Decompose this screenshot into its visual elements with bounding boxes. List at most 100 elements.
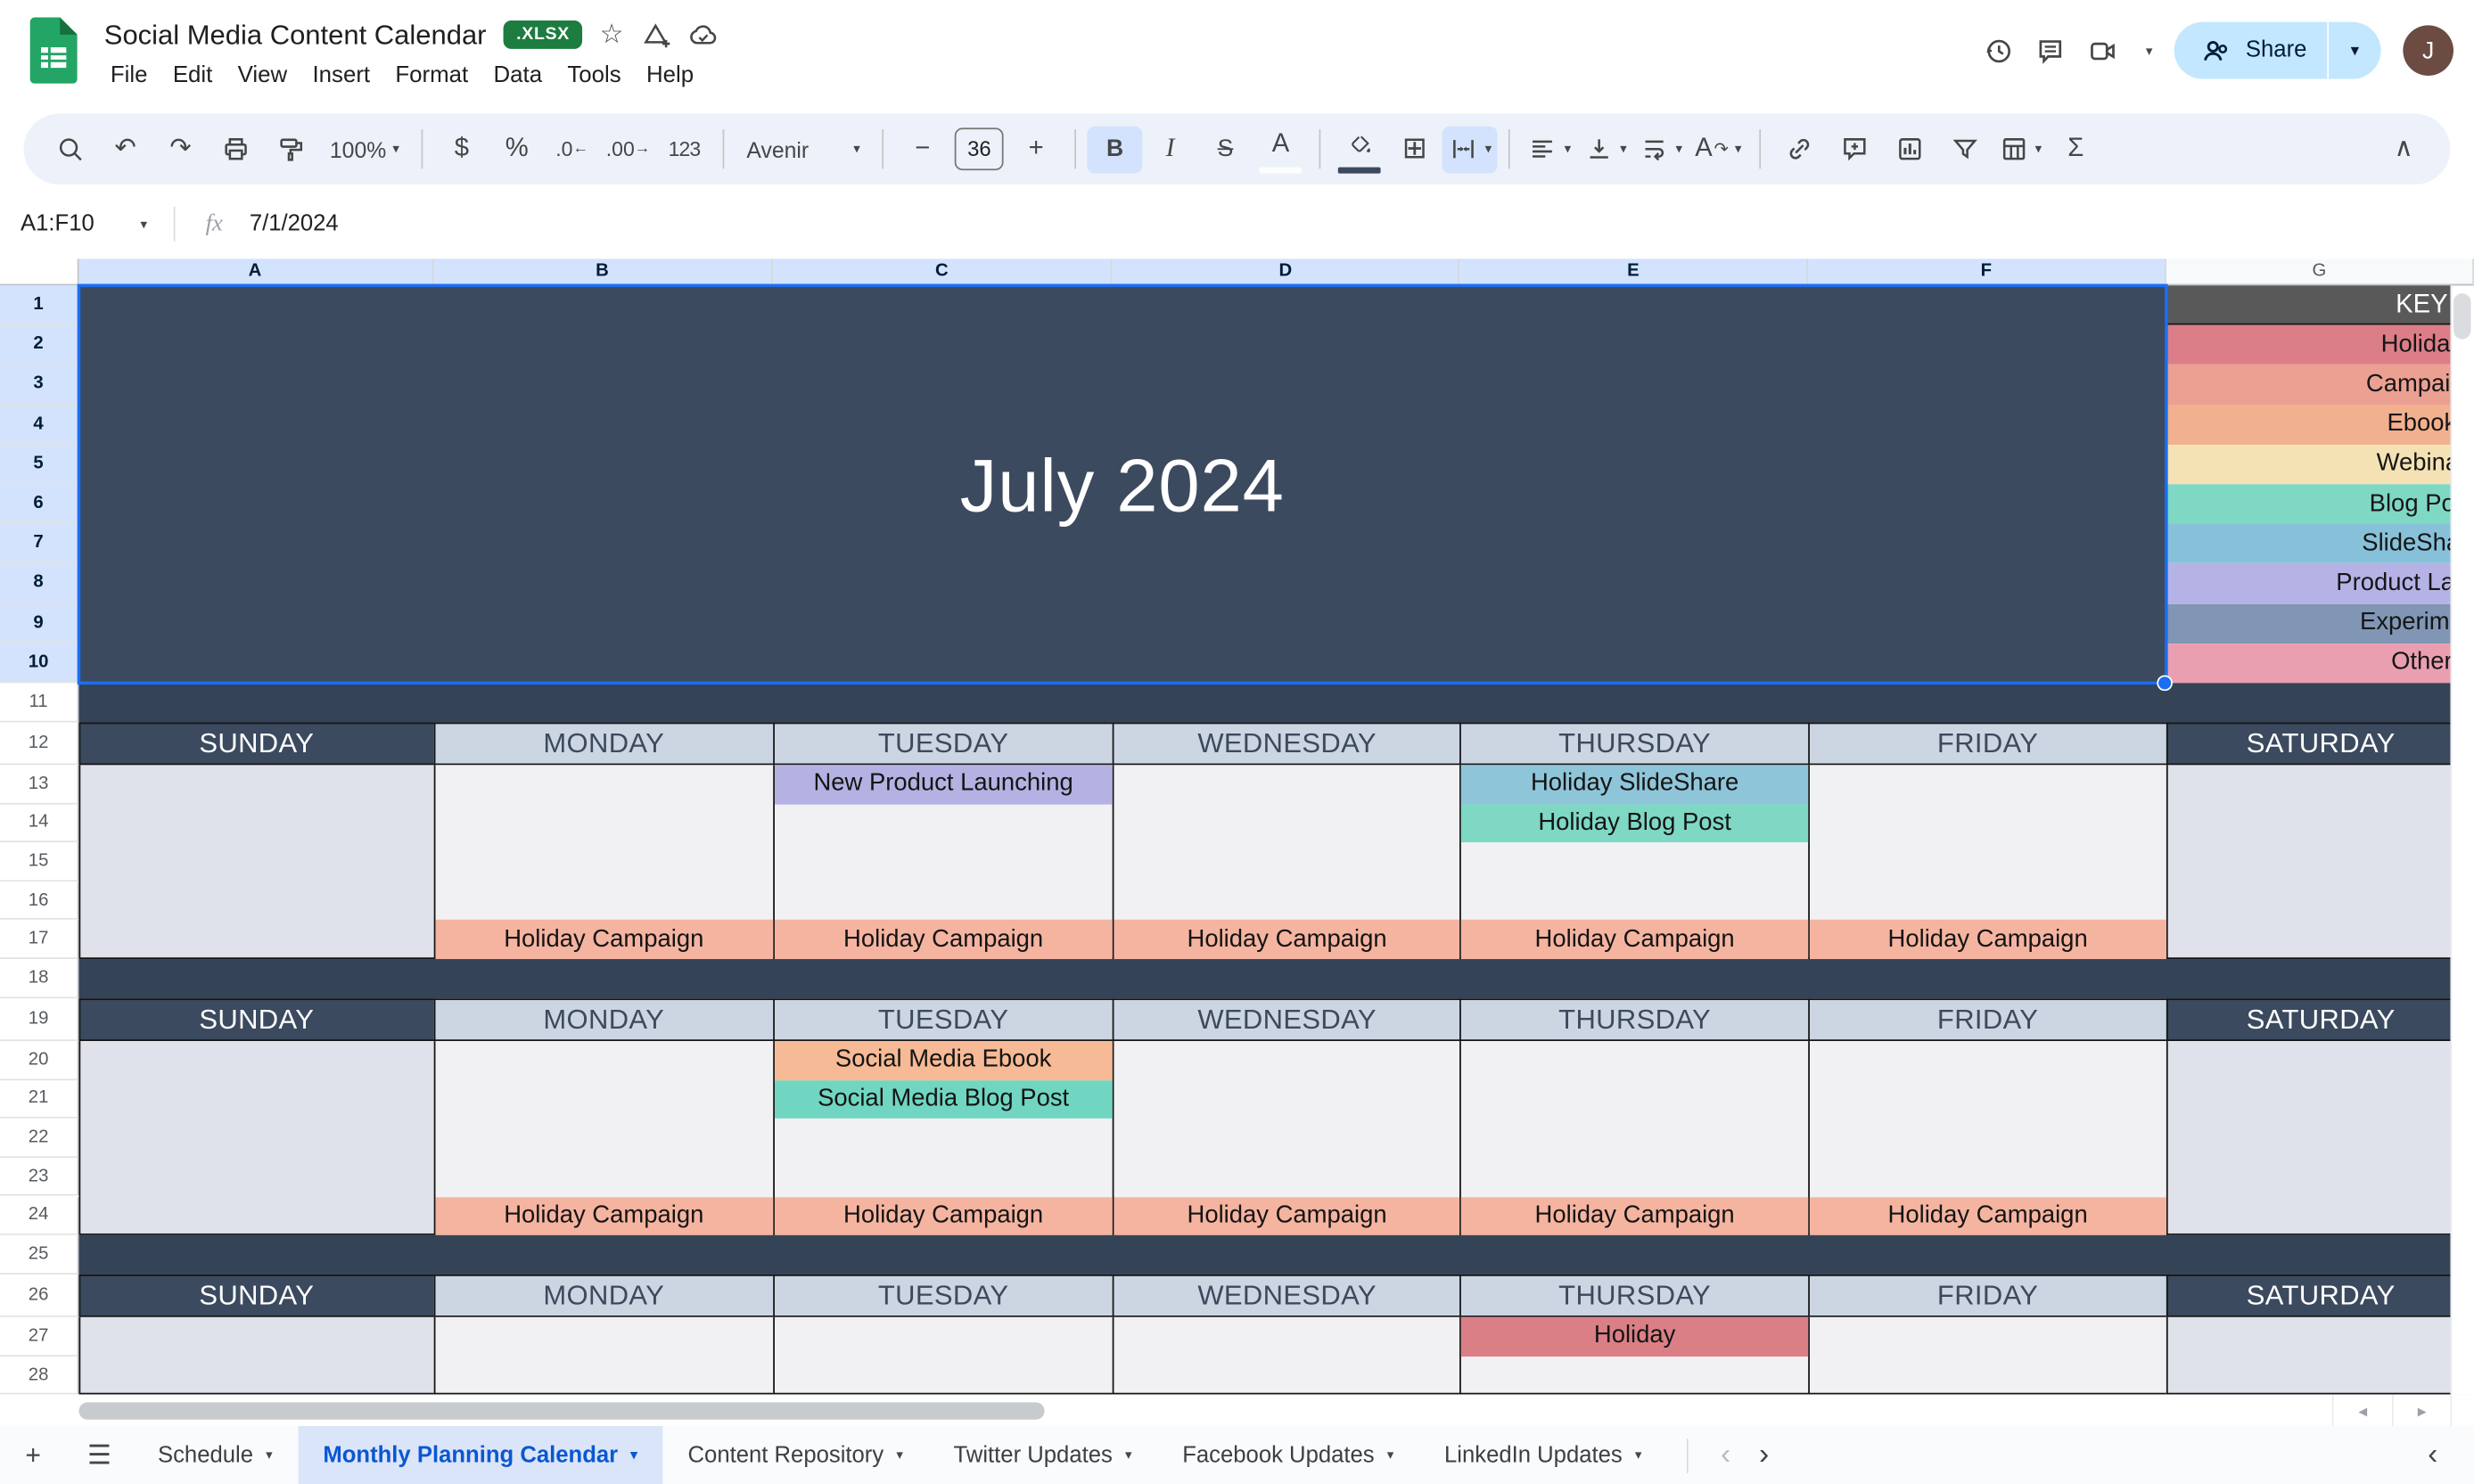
functions-button[interactable]: Σ bbox=[2048, 126, 2103, 173]
event-cell[interactable]: New Product Launching bbox=[775, 765, 1113, 804]
show-side-panel-button[interactable]: ‹ bbox=[2413, 1438, 2452, 1472]
day-header-monday[interactable]: MONDAY bbox=[433, 1274, 773, 1317]
event-cell[interactable]: Holiday bbox=[1461, 1317, 1807, 1357]
percent-button[interactable]: % bbox=[489, 126, 545, 173]
name-box-dropdown-icon[interactable]: ▾ bbox=[141, 216, 148, 233]
cloud-status-icon[interactable] bbox=[688, 20, 719, 50]
text-color-button[interactable]: A bbox=[1253, 120, 1309, 177]
day-header-sunday[interactable]: SUNDAY bbox=[78, 998, 433, 1042]
event-cell[interactable]: Holiday Campaign bbox=[435, 1196, 773, 1235]
italic-button[interactable]: I bbox=[1143, 126, 1198, 173]
undo-button[interactable]: ↶ bbox=[98, 126, 153, 173]
document-title[interactable]: Social Media Content Calendar bbox=[104, 18, 487, 51]
row-header-4[interactable]: 4 bbox=[0, 405, 78, 445]
event-cell[interactable]: Social Media Ebook bbox=[775, 1041, 1113, 1080]
legend-row-key[interactable]: KEY bbox=[2166, 285, 2474, 325]
day-header-wednesday[interactable]: WEDNESDAY bbox=[1113, 722, 1460, 766]
legend-row-other[interactable]: Other bbox=[2166, 644, 2474, 684]
event-cell[interactable]: Holiday SlideShare bbox=[1461, 765, 1807, 804]
event-cell[interactable]: Holiday Campaign bbox=[1810, 1196, 2166, 1235]
row-header-13[interactable]: 13 bbox=[0, 765, 78, 804]
day-header-thursday[interactable]: THURSDAY bbox=[1460, 998, 1808, 1042]
currency-button[interactable]: $ bbox=[434, 126, 489, 173]
day-cell-monday[interactable] bbox=[433, 1317, 773, 1394]
event-cell[interactable]: Holiday Campaign bbox=[1114, 1196, 1459, 1235]
row-header-15[interactable]: 15 bbox=[0, 842, 78, 881]
day-cell-saturday[interactable] bbox=[2166, 1317, 2474, 1394]
column-header-A[interactable]: A bbox=[78, 258, 433, 285]
tab-content-repository[interactable]: Content Repository▾ bbox=[662, 1426, 928, 1484]
event-cell[interactable]: Holiday Campaign bbox=[1461, 920, 1807, 959]
row-header-22[interactable]: 22 bbox=[0, 1119, 78, 1158]
add-sheet-button[interactable]: + bbox=[0, 1439, 66, 1471]
day-header-thursday[interactable]: THURSDAY bbox=[1460, 1274, 1808, 1317]
legend-row-slideshare[interactable]: SlideShare bbox=[2166, 524, 2474, 564]
row-header-9[interactable]: 9 bbox=[0, 603, 78, 644]
legend-row-experiment[interactable]: Experiment bbox=[2166, 603, 2474, 644]
share-dropdown-button[interactable]: ▼ bbox=[2327, 22, 2380, 79]
decrease-font-size-button[interactable]: − bbox=[895, 126, 950, 173]
row-header-28[interactable]: 28 bbox=[0, 1357, 78, 1395]
table-tools-button[interactable]: ▾ bbox=[1993, 126, 2048, 173]
column-header-B[interactable]: B bbox=[433, 258, 773, 285]
insert-comment-button[interactable] bbox=[1827, 126, 1882, 173]
row-header-18[interactable]: 18 bbox=[0, 959, 78, 998]
legend-row-ebook[interactable]: Ebook bbox=[2166, 405, 2474, 445]
tab-dropdown-icon[interactable]: ▾ bbox=[266, 1447, 273, 1464]
column-header-D[interactable]: D bbox=[1113, 258, 1460, 285]
day-header-thursday[interactable]: THURSDAY bbox=[1460, 722, 1808, 766]
legend-row-blog-post[interactable]: Blog Post bbox=[2166, 484, 2474, 524]
day-header-tuesday[interactable]: TUESDAY bbox=[773, 998, 1113, 1042]
formula-input[interactable]: 7/1/2024 bbox=[250, 212, 339, 237]
name-box[interactable]: A1:F10 bbox=[21, 212, 134, 237]
borders-button[interactable]: ⊞ bbox=[1387, 126, 1442, 173]
tab-linkedin-updates[interactable]: LinkedIn Updates▾ bbox=[1419, 1426, 1667, 1484]
row-header-3[interactable]: 3 bbox=[0, 365, 78, 406]
row-header-7[interactable]: 7 bbox=[0, 524, 78, 564]
tabs-scroll-right-button[interactable]: › bbox=[1745, 1438, 1783, 1472]
column-header-G[interactable]: G bbox=[2166, 258, 2474, 285]
day-cell-sunday[interactable] bbox=[78, 1041, 433, 1235]
menu-file[interactable]: File bbox=[98, 58, 160, 93]
tab-monthly-planning-calendar[interactable]: Monthly Planning Calendar▾ bbox=[298, 1426, 662, 1484]
avatar[interactable]: J bbox=[2403, 25, 2453, 76]
menu-insert[interactable]: Insert bbox=[300, 58, 382, 93]
day-cell-saturday[interactable] bbox=[2166, 1041, 2474, 1235]
menu-help[interactable]: Help bbox=[634, 58, 706, 93]
vertical-scrollbar-thumb[interactable] bbox=[2453, 293, 2470, 339]
day-header-friday[interactable]: FRIDAY bbox=[1808, 722, 2166, 766]
day-cell-sunday[interactable] bbox=[78, 1317, 433, 1394]
horizontal-scrollbar-thumb[interactable] bbox=[78, 1401, 1044, 1418]
text-rotation-button[interactable]: A↷▾ bbox=[1689, 126, 1747, 173]
vertical-align-button[interactable]: ▾ bbox=[1577, 126, 1632, 173]
tab-twitter-updates[interactable]: Twitter Updates▾ bbox=[928, 1426, 1157, 1484]
row-header-19[interactable]: 19 bbox=[0, 998, 78, 1042]
text-wrap-button[interactable]: ▾ bbox=[1633, 126, 1689, 173]
event-cell[interactable]: Holiday Campaign bbox=[1461, 1196, 1807, 1235]
print-button[interactable] bbox=[209, 126, 264, 173]
row-header-26[interactable]: 26 bbox=[0, 1274, 78, 1317]
day-header-sunday[interactable]: SUNDAY bbox=[78, 722, 433, 766]
event-cell[interactable]: Holiday Campaign bbox=[435, 920, 773, 959]
event-cell[interactable]: Holiday Blog Post bbox=[1461, 804, 1807, 843]
scroll-right-button[interactable]: ▸ bbox=[2391, 1394, 2451, 1425]
legend-row-product-launch[interactable]: Product Launch bbox=[2166, 563, 2474, 603]
day-header-wednesday[interactable]: WEDNESDAY bbox=[1113, 998, 1460, 1042]
fill-color-button[interactable] bbox=[1332, 120, 1387, 177]
row-header-16[interactable]: 16 bbox=[0, 881, 78, 921]
event-cell[interactable]: Holiday Campaign bbox=[775, 920, 1113, 959]
strikethrough-button[interactable]: S bbox=[1198, 126, 1253, 173]
row-header-27[interactable]: 27 bbox=[0, 1317, 78, 1357]
menu-edit[interactable]: Edit bbox=[160, 58, 226, 93]
paint-format-button[interactable] bbox=[264, 126, 319, 173]
tab-dropdown-icon[interactable]: ▾ bbox=[1635, 1447, 1642, 1464]
menu-data[interactable]: Data bbox=[481, 58, 555, 93]
menu-view[interactable]: View bbox=[225, 58, 300, 93]
move-to-drive-icon[interactable] bbox=[641, 20, 671, 50]
row-header-25[interactable]: 25 bbox=[0, 1235, 78, 1275]
star-icon[interactable]: ☆ bbox=[600, 19, 624, 50]
event-cell[interactable]: Social Media Blog Post bbox=[775, 1080, 1113, 1119]
meet-video-icon[interactable] bbox=[2087, 36, 2117, 66]
scroll-left-button[interactable]: ◂ bbox=[2332, 1394, 2392, 1425]
all-sheets-button[interactable]: ☰ bbox=[66, 1439, 132, 1471]
